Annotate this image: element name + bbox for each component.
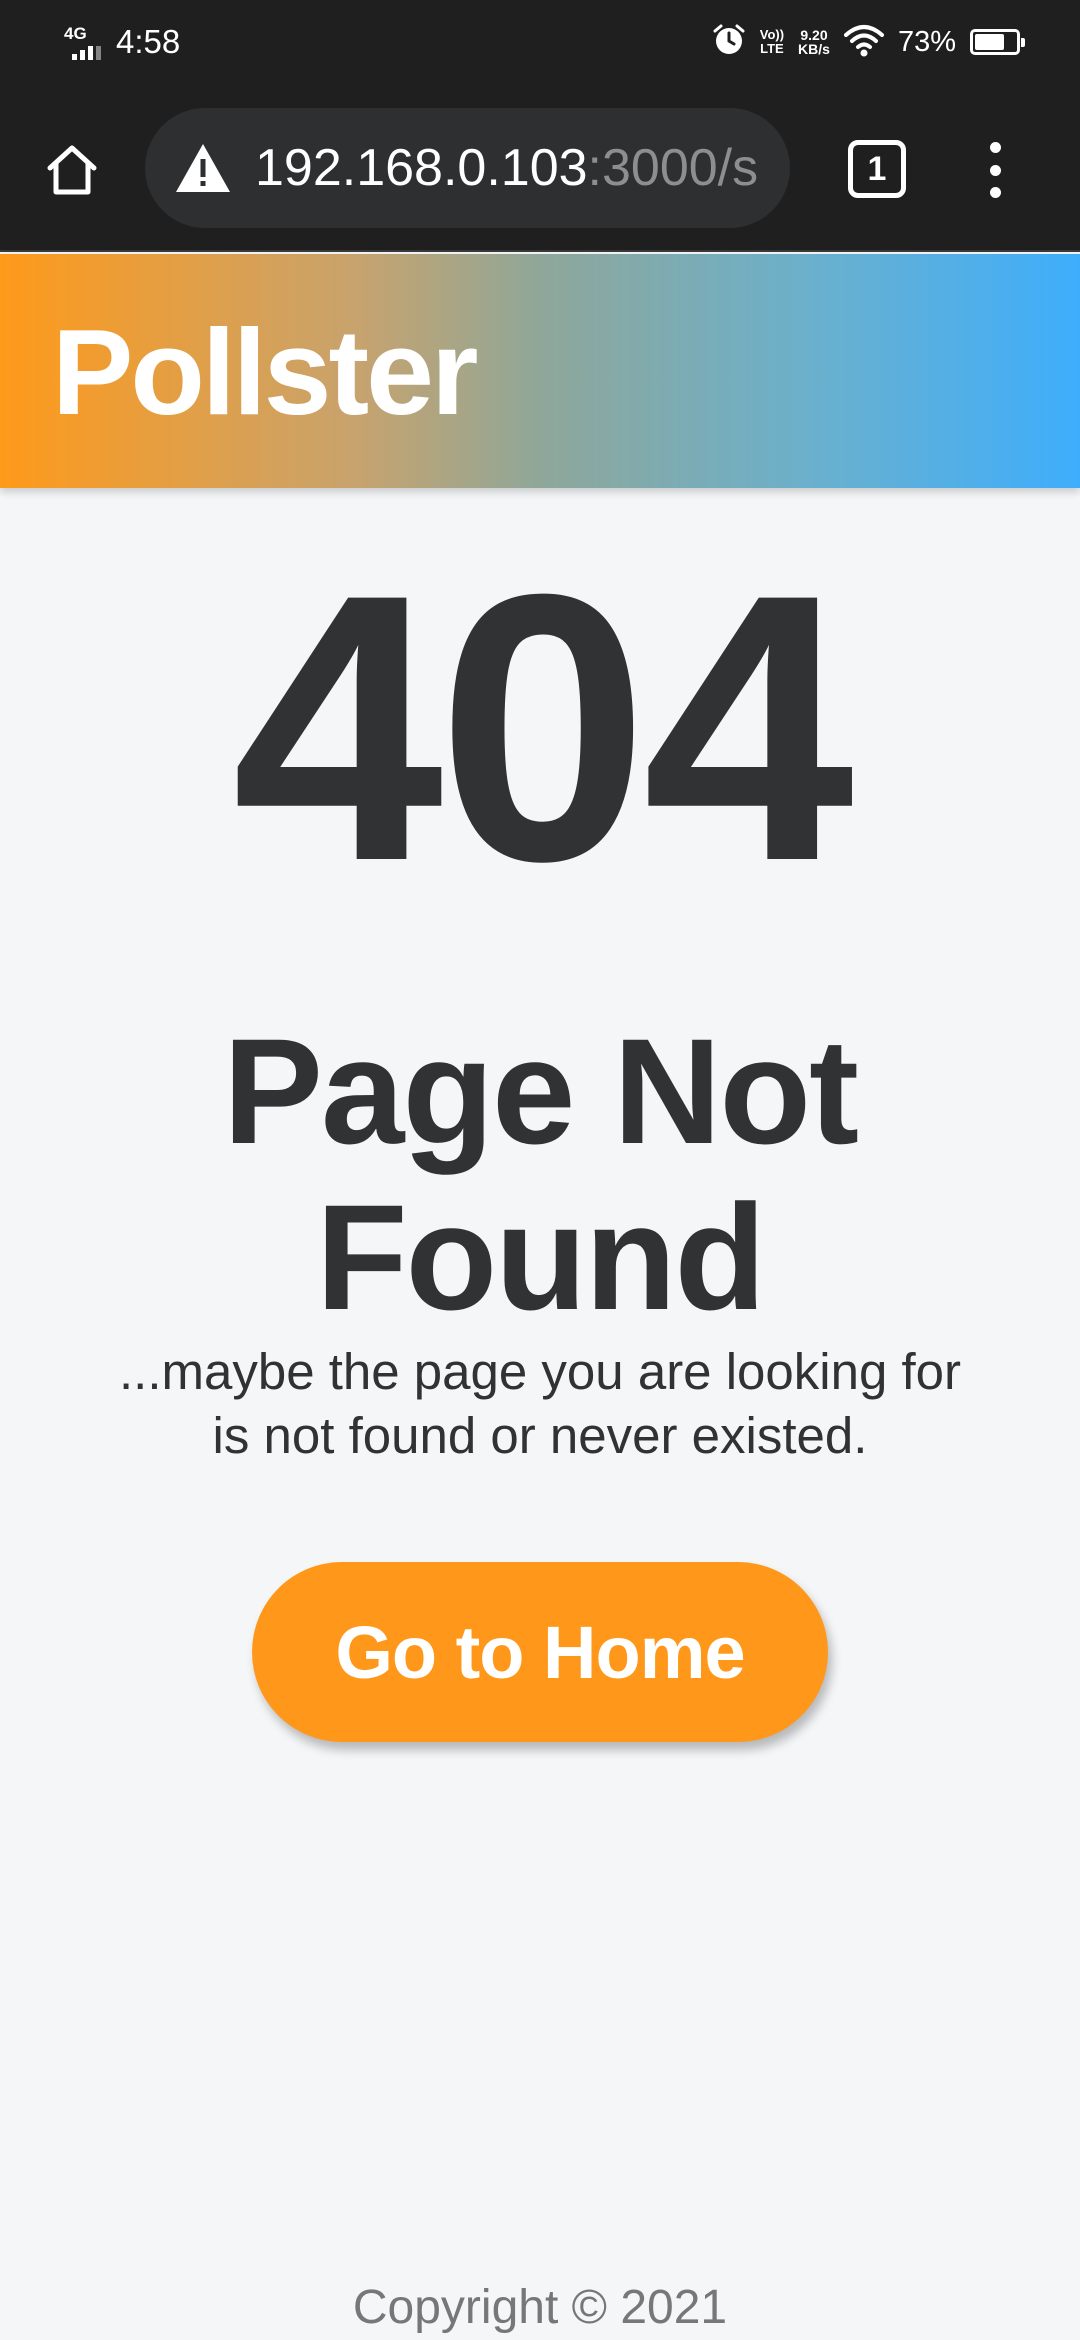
wifi-icon [843, 23, 884, 62]
tabs-button[interactable]: 1 [848, 140, 906, 198]
home-button[interactable] [38, 136, 106, 204]
brand-logo[interactable]: Pollster [52, 302, 478, 442]
cellular-signal-icon: 4G [62, 20, 110, 64]
description-line-2: is not found or never existed. [212, 1407, 868, 1464]
speed-unit: KB/s [798, 41, 830, 57]
not-found-content: 404 Page Not Found ...maybe the page you… [0, 488, 1080, 2340]
go-to-home-button[interactable]: Go to Home [252, 1562, 828, 1742]
title-line-2: Found [315, 1173, 766, 1341]
address-bar[interactable]: 192.168.0.103:3000/s [145, 108, 790, 228]
copyright-footer: Copyright © 2021 [352, 2281, 728, 2334]
status-left: 4G 4:58 [62, 20, 180, 64]
url-host: 192.168.0.103 [255, 139, 588, 197]
volte-line2: LTE [760, 41, 784, 56]
app-header: Pollster [0, 254, 1080, 488]
status-right: Vo)) LTE 9.20 KB/s 73% [712, 18, 1025, 66]
warning-icon[interactable] [173, 138, 233, 198]
browser-toolbar: 192.168.0.103:3000/s 1 [0, 84, 1080, 252]
page-title: Page Not Found [0, 1008, 1080, 1340]
battery-icon [970, 29, 1025, 55]
more-vert-icon[interactable] [975, 140, 1015, 200]
title-line-1: Page Not [222, 1007, 859, 1175]
tab-count: 1 [867, 149, 887, 188]
error-description: ...maybe the page you are looking for is… [80, 1340, 1000, 1468]
speed-value: 9.20 [800, 27, 828, 43]
status-time: 4:58 [116, 23, 181, 60]
network-type: 4G [64, 24, 87, 43]
url-text[interactable]: 192.168.0.103:3000/s [255, 138, 758, 198]
url-path: :3000/s [587, 139, 759, 197]
error-code: 404 [231, 515, 854, 940]
volte-line1: Vo)) [759, 27, 785, 42]
volte-indicator: Vo)) LTE [760, 28, 784, 56]
battery-percent: 73% [897, 25, 956, 58]
battery-fill [975, 34, 1004, 50]
description-line-1: ...maybe the page you are looking for [118, 1343, 962, 1400]
status-bar: 4G 4:58 Vo)) LTE 9.20 KB/s 73% [0, 0, 1080, 84]
alarm-icon [712, 23, 746, 62]
network-speed: 9.20 KB/s [798, 28, 830, 56]
home-icon [47, 145, 97, 195]
